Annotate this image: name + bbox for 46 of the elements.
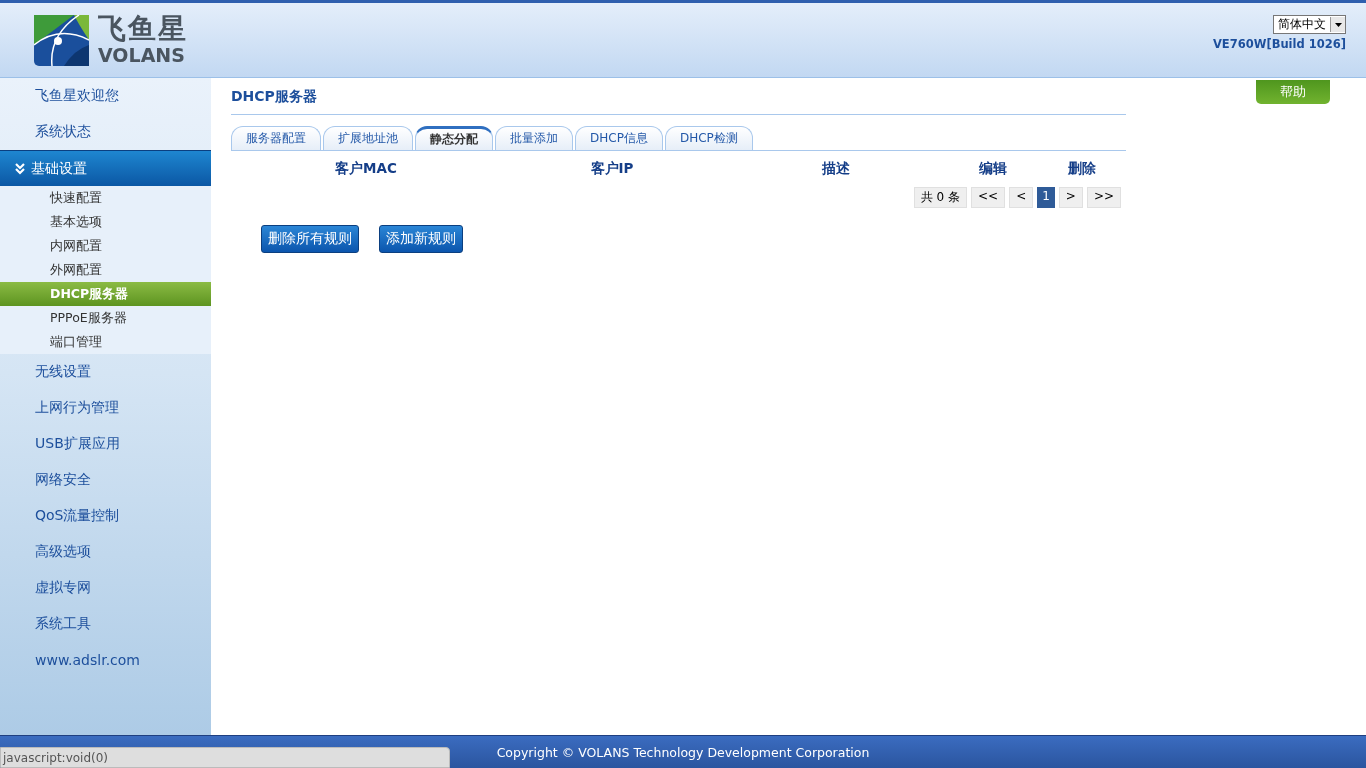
sidebar-item[interactable]: 基础设置 — [0, 150, 211, 186]
sidebar-item[interactable]: 无线设置 — [0, 354, 211, 390]
action-button[interactable]: 添加新规则 — [379, 225, 463, 253]
submenu-item[interactable]: 端口管理 — [0, 330, 211, 354]
sidebar-item[interactable]: 飞鱼星欢迎您 — [0, 78, 211, 114]
sidebar-item[interactable]: 虚拟专网 — [0, 570, 211, 606]
column-header: 描述 — [821, 160, 851, 178]
action-button[interactable]: 删除所有规则 — [261, 225, 359, 253]
copyright-text: Copyright © VOLANS Technology Development Corporation — [496, 744, 870, 760]
page-button[interactable]: > — [1058, 187, 1083, 208]
sidebar-item[interactable]: www.adslr.com — [0, 642, 211, 678]
tab[interactable]: 批量添加 — [495, 126, 573, 150]
record-count: 共 0 条 — [913, 187, 967, 208]
page-button[interactable]: < — [1009, 187, 1034, 208]
logo-icon — [34, 14, 89, 66]
language-select[interactable]: 简体中文 — [1273, 15, 1346, 34]
column-header: 删除 — [1066, 160, 1097, 178]
sidebar-item[interactable]: QoS流量控制 — [0, 498, 211, 534]
tab[interactable]: DHCP信息 — [575, 126, 663, 150]
sidebar-item[interactable]: USB扩展应用 — [0, 426, 211, 462]
logo-name: 飞鱼星 — [98, 15, 188, 43]
page-button[interactable]: 1 — [1037, 187, 1055, 208]
sidebar-item[interactable]: 系统工具 — [0, 606, 211, 642]
sidebar-item[interactable]: 高级选项 — [0, 534, 211, 570]
sidebar-item[interactable]: 上网行为管理 — [0, 390, 211, 426]
chevron-down-icon — [15, 162, 25, 175]
column-header: 客户MAC — [334, 160, 398, 178]
column-header: 编辑 — [978, 160, 1008, 178]
sidebar-item[interactable]: 系统状态 — [0, 114, 211, 150]
tab[interactable]: 扩展地址池 — [323, 126, 413, 150]
tab[interactable]: DHCP检测 — [664, 126, 753, 150]
sidebar-item[interactable]: 网络安全 — [0, 462, 211, 498]
firmware-version: VE760W[Build 1026] — [1212, 37, 1346, 51]
status-bar: javascript:void(0) — [0, 747, 450, 768]
submenu-item[interactable]: 外网配置 — [0, 258, 211, 282]
tab[interactable]: 服务器配置 — [231, 126, 321, 150]
logo-wordmark: VOLANS — [98, 46, 186, 65]
submenu-item[interactable]: 基本选项 — [0, 210, 211, 234]
submenu-item[interactable]: 快速配置 — [0, 186, 211, 210]
submenu-item[interactable]: 内网配置 — [0, 234, 211, 258]
tab[interactable]: 静态分配 — [415, 126, 493, 150]
page-button[interactable]: >> — [1086, 187, 1121, 208]
column-header: 客户IP — [589, 160, 635, 178]
page-title: DHCP服务器 — [231, 78, 1126, 115]
submenu-item[interactable]: PPPoE服务器 — [0, 306, 211, 330]
page-button[interactable]: << — [971, 187, 1006, 208]
